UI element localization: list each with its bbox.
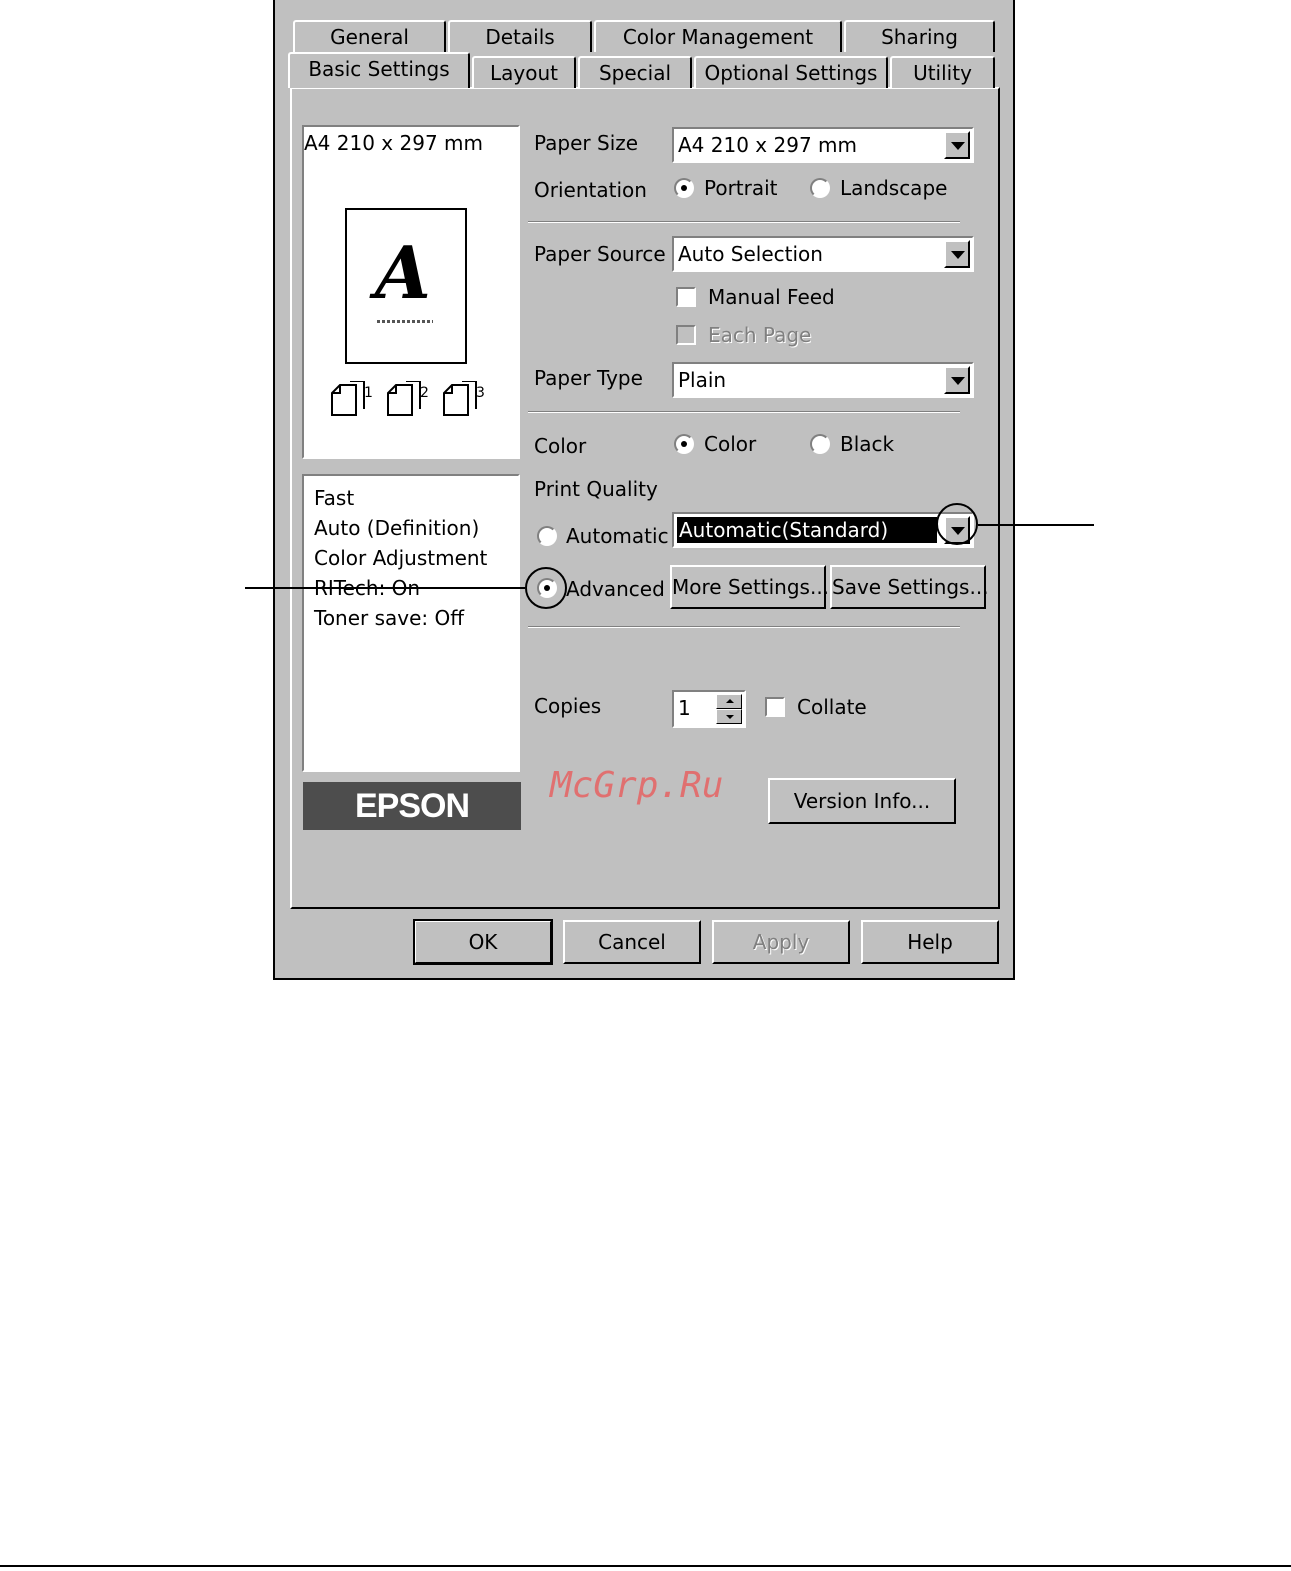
tab-utility[interactable]: Utility bbox=[890, 56, 995, 88]
cancel-button[interactable]: Cancel bbox=[563, 920, 701, 964]
collate-checkbox[interactable] bbox=[765, 697, 785, 717]
black-radio[interactable] bbox=[810, 434, 830, 454]
paper-type-select[interactable]: Plain bbox=[672, 362, 974, 398]
epson-logo: EPSON bbox=[303, 782, 521, 830]
more-settings-button[interactable]: More Settings... bbox=[670, 565, 829, 609]
collate-label[interactable]: Collate bbox=[797, 695, 867, 719]
summary-item: Color Adjustment bbox=[314, 546, 488, 570]
layout-number-3: 3 bbox=[476, 385, 485, 401]
paper-type-value: Plain bbox=[678, 368, 727, 392]
tab-color-management[interactable]: Color Management bbox=[594, 20, 842, 52]
tab-special[interactable]: Special bbox=[578, 56, 692, 88]
ok-button[interactable]: OK bbox=[413, 919, 553, 965]
summary-item: Toner save: Off bbox=[314, 606, 465, 630]
copies-value: 1 bbox=[678, 696, 691, 720]
arrow-down-icon bbox=[726, 715, 734, 719]
watermark: McGrp.Ru bbox=[550, 765, 724, 806]
page-bottom-rule bbox=[0, 1565, 1291, 1567]
preview-page: A bbox=[345, 208, 467, 364]
chevron-down-icon[interactable] bbox=[944, 131, 970, 159]
paper-type-label: Paper Type bbox=[534, 366, 643, 390]
pages-per-sheet-2-icon: 2 bbox=[386, 380, 429, 416]
landscape-label[interactable]: Landscape bbox=[840, 176, 947, 200]
summary-item: Fast bbox=[314, 486, 355, 510]
callout-circle-select bbox=[936, 503, 978, 545]
layout-number-1: 1 bbox=[364, 385, 373, 401]
tab-details[interactable]: Details bbox=[448, 20, 592, 52]
each-page-checkbox bbox=[676, 325, 696, 345]
separator bbox=[528, 626, 960, 628]
preview-arrow-line bbox=[377, 320, 433, 323]
orientation-label: Orientation bbox=[534, 178, 647, 202]
color-label: Color bbox=[534, 434, 587, 458]
pages-per-sheet-1-icon: 1 bbox=[330, 380, 373, 416]
paper-size-select[interactable]: A4 210 x 297 mm bbox=[672, 127, 974, 163]
tab-basic-settings[interactable]: Basic Settings bbox=[288, 52, 470, 88]
version-info-button[interactable]: Version Info... bbox=[768, 778, 956, 824]
tab-layout[interactable]: Layout bbox=[472, 56, 576, 88]
chevron-down-icon[interactable] bbox=[944, 366, 970, 394]
paper-source-value: Auto Selection bbox=[678, 242, 823, 266]
paper-source-label: Paper Source bbox=[534, 242, 666, 266]
each-page-label: Each Page bbox=[708, 323, 812, 347]
color-option-label[interactable]: Color bbox=[704, 432, 756, 456]
save-settings-button[interactable]: Save Settings... bbox=[830, 565, 989, 609]
automatic-label[interactable]: Automatic bbox=[566, 524, 669, 548]
portrait-radio[interactable] bbox=[674, 178, 694, 198]
print-quality-select[interactable]: Automatic(Standard) bbox=[672, 512, 974, 548]
spinner-down-button[interactable] bbox=[716, 709, 742, 724]
automatic-radio[interactable] bbox=[537, 526, 557, 546]
paper-size-label: Paper Size bbox=[534, 131, 639, 155]
separator bbox=[528, 411, 960, 413]
color-radio[interactable] bbox=[674, 434, 694, 454]
chevron-down-icon[interactable] bbox=[944, 240, 970, 268]
help-button[interactable]: Help bbox=[861, 920, 999, 964]
layout-number-2: 2 bbox=[420, 385, 429, 401]
black-option-label[interactable]: Black bbox=[840, 432, 894, 456]
landscape-radio[interactable] bbox=[810, 178, 830, 198]
paper-source-select[interactable]: Auto Selection bbox=[672, 236, 974, 272]
tab-general[interactable]: General bbox=[293, 20, 446, 52]
copies-spinner[interactable]: 1 bbox=[672, 690, 746, 728]
tab-optional-settings[interactable]: Optional Settings bbox=[694, 56, 888, 88]
callout-line-advanced bbox=[245, 587, 525, 589]
separator bbox=[528, 221, 960, 223]
preview-paper-label: A4 210 x 297 mm bbox=[304, 131, 483, 155]
advanced-label[interactable]: Advanced bbox=[566, 577, 665, 601]
portrait-label[interactable]: Portrait bbox=[704, 176, 778, 200]
summary-item: Auto (Definition) bbox=[314, 516, 480, 540]
preview-letter: A bbox=[375, 230, 431, 315]
spinner-up-button[interactable] bbox=[716, 694, 742, 709]
apply-button: Apply bbox=[712, 920, 850, 964]
settings-summary: Fast Auto (Definition) Color Adjustment … bbox=[302, 474, 520, 772]
manual-feed-label[interactable]: Manual Feed bbox=[708, 285, 835, 309]
copies-label: Copies bbox=[534, 694, 602, 718]
paper-preview: A4 210 x 297 mm A 1 2 3 bbox=[302, 125, 520, 459]
tab-sharing[interactable]: Sharing bbox=[844, 20, 995, 52]
paper-size-value: A4 210 x 297 mm bbox=[678, 133, 857, 157]
callout-line-select bbox=[978, 524, 1094, 526]
print-quality-value: Automatic(Standard) bbox=[677, 517, 937, 543]
manual-feed-checkbox[interactable] bbox=[676, 287, 696, 307]
print-quality-label: Print Quality bbox=[534, 477, 658, 501]
arrow-up-icon bbox=[726, 699, 734, 703]
callout-circle-advanced bbox=[525, 567, 567, 609]
pages-per-sheet-3-icon: 3 bbox=[442, 380, 485, 416]
